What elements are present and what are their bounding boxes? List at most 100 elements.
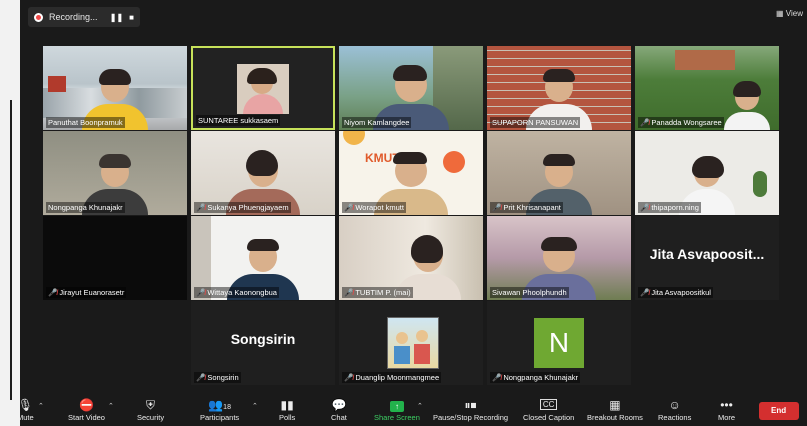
share-screen-icon: ↑ — [389, 397, 404, 413]
avatar: N — [534, 318, 584, 368]
participant-name: 🎤̸ TUBTIM P. (mai) — [342, 287, 413, 298]
more-label: More — [718, 413, 736, 422]
security-button[interactable]: ⛨ Security — [137, 397, 164, 422]
participant-name: Nongpanga Khunajakr — [46, 202, 125, 213]
recording-label: Recording... — [49, 12, 98, 22]
share-screen-button[interactable]: ↑ Share Screen — [374, 397, 420, 422]
video-tile[interactable]: KMUTT 🎤̸ Worapot kmutt — [339, 131, 483, 215]
participant-name: Niyom Kamlangdee — [342, 117, 412, 128]
muted-mic-icon: 🎤̸ — [196, 373, 206, 382]
video-tile[interactable]: 🎤̸ Panadda Wongsaree — [635, 46, 779, 130]
recording-indicator: Recording... ❚❚ ■ — [28, 7, 140, 27]
audio-options-caret-icon[interactable]: ⌃ — [38, 402, 44, 410]
video-tile[interactable]: 🎤̸ Jirayut Euanorasetr — [43, 216, 187, 300]
pause-stop-icon: ⏸⏹ — [464, 398, 477, 412]
chat-label: Chat — [331, 413, 347, 422]
participant-name: 🎤̸ Jita Asvapoositkul — [638, 287, 713, 298]
video-tile[interactable]: Songsirin 🎤̸ Songsirin — [191, 301, 335, 385]
share-screen-label: Share Screen — [374, 413, 420, 422]
video-tile[interactable]: 🎤̸ Sukanya Phuengjayaem — [191, 131, 335, 215]
profile-picture — [387, 317, 439, 369]
video-tile-active-speaker[interactable]: SUNTAREE sukkasaem — [191, 46, 335, 130]
participant-name: 🎤̸ Wittaya Kaonongbua — [194, 287, 279, 298]
video-options-caret-icon[interactable]: ⌃ — [108, 402, 114, 410]
reactions-button[interactable]: ☺ Reactions — [658, 397, 691, 422]
chat-button[interactable]: 💬 Chat — [331, 397, 347, 422]
emoji-icon: ☺ — [668, 398, 681, 412]
mute-label: Mute — [20, 413, 34, 422]
participant-name: 🎤̸ Duanglip Moonmangmee — [342, 372, 442, 383]
meeting-stage: Recording... ❚❚ ■ ▦ View Panuthat Boonpr… — [20, 0, 807, 426]
video-tile[interactable]: 🎤̸ thipaporn.ning — [635, 131, 779, 215]
video-tile[interactable]: Nongpanga Khunajakr — [43, 131, 187, 215]
participant-name: 🎤̸ Panadda Wongsaree — [638, 117, 724, 128]
muted-mic-icon: 🎤̸ — [640, 288, 650, 297]
stop-recording-button[interactable]: ■ — [129, 13, 134, 22]
pause-stop-recording-button[interactable]: ⏸⏹ Pause/Stop Recording — [433, 397, 508, 422]
polls-label: Polls — [279, 413, 296, 422]
muted-mic-icon: 🎤̸ — [196, 288, 206, 297]
chat-bubble-icon: 💬 — [331, 398, 347, 412]
muted-mic-icon: 🎤̸ — [492, 373, 502, 382]
share-options-caret-icon[interactable]: ⌃ — [417, 402, 423, 410]
end-meeting-button[interactable]: End — [759, 402, 799, 420]
participant-name: 🎤̸ Worapot kmutt — [342, 202, 406, 213]
video-tile[interactable]: Panuthat Boonpramuk — [43, 46, 187, 130]
video-tile[interactable]: 🎤̸ Duanglip Moonmangmee — [339, 301, 483, 385]
view-button[interactable]: ▦ View — [776, 9, 803, 18]
participant-name: 🎤̸ thipaporn.ning — [638, 202, 701, 213]
microphone-icon: 🎙 — [20, 398, 33, 412]
participants-button[interactable]: 👥18 Participants — [200, 397, 239, 422]
cc-icon: CC — [539, 397, 558, 413]
participant-name: 🎤̸ Prit Khrisanapant — [490, 202, 563, 213]
participant-name: 🎤̸ Jirayut Euanorasetr — [46, 287, 127, 298]
shield-icon: ⛨ — [146, 398, 156, 412]
muted-mic-icon: 🎤̸ — [640, 118, 650, 127]
muted-mic-icon: 🎤̸ — [344, 203, 354, 212]
breakout-rooms-label: Breakout Rooms — [587, 413, 643, 422]
participant-display-name: Jita Asvapoosit... — [649, 246, 765, 262]
muted-mic-icon: 🎤̸ — [492, 203, 502, 212]
participant-name: 🎤̸ Songsirin — [194, 372, 241, 383]
participants-caret-icon[interactable]: ⌃ — [252, 402, 258, 410]
muted-mic-icon: 🎤̸ — [48, 288, 58, 297]
breakout-rooms-icon: ▦ — [609, 398, 621, 412]
view-label: View — [785, 9, 803, 18]
video-tile[interactable]: 🎤̸ Wittaya Kaonongbua — [191, 216, 335, 300]
video-tile[interactable]: 🎤̸ Prit Khrisanapant — [487, 131, 631, 215]
closed-caption-button[interactable]: CC Closed Caption — [523, 397, 574, 422]
start-video-button[interactable]: ⛔ Start Video — [68, 397, 105, 422]
video-tile[interactable]: 🎤̸ TUBTIM P. (mai) — [339, 216, 483, 300]
muted-mic-icon: 🎤̸ — [640, 203, 650, 212]
background-window-edge — [0, 0, 20, 426]
more-button[interactable]: ••• More — [718, 397, 735, 422]
pause-recording-button[interactable]: ❚❚ — [110, 13, 123, 22]
participant-display-name: Songsirin — [230, 331, 296, 347]
participant-name: 🎤̸ Sukanya Phuengjayaem — [194, 202, 291, 213]
video-tile[interactable]: Sivawan Phoolphundh — [487, 216, 631, 300]
video-tile[interactable]: N 🎤̸ Nongpanga Khunajakr — [487, 301, 631, 385]
security-label: Security — [137, 413, 165, 422]
participant-name: SUPAPORN PANSUWAN — [490, 117, 581, 128]
video-tile[interactable]: SUPAPORN PANSUWAN — [487, 46, 631, 130]
polls-button[interactable]: ▮▮ Polls — [279, 397, 295, 422]
participant-name: SUNTAREE sukkasaem — [196, 115, 281, 126]
video-tile[interactable]: Jita Asvapoosit... 🎤̸ Jita Asvapoositkul — [635, 216, 779, 300]
more-dots-icon: ••• — [720, 398, 733, 412]
muted-mic-icon: 🎤̸ — [344, 373, 354, 382]
participant-name: Sivawan Phoolphundh — [490, 287, 569, 298]
participants-icon: 👥18 — [208, 398, 231, 412]
participant-name: Panuthat Boonpramuk — [46, 117, 125, 128]
breakout-rooms-button[interactable]: ▦ Breakout Rooms — [587, 397, 643, 422]
polls-icon: ▮▮ — [280, 398, 294, 412]
participants-count: 18 — [223, 404, 231, 411]
video-off-icon: ⛔ — [79, 398, 94, 412]
avatar-letter: N — [548, 327, 570, 358]
pause-stop-label: Pause/Stop Recording — [433, 413, 509, 422]
video-tile[interactable]: Niyom Kamlangdee — [339, 46, 483, 130]
start-video-label: Start Video — [68, 413, 105, 422]
muted-mic-icon: 🎤̸ — [196, 203, 206, 212]
participant-name: 🎤̸ Nongpanga Khunajakr — [490, 372, 580, 383]
mute-button[interactable]: 🎙 Mute — [20, 397, 34, 422]
muted-mic-icon: 🎤̸ — [344, 288, 354, 297]
